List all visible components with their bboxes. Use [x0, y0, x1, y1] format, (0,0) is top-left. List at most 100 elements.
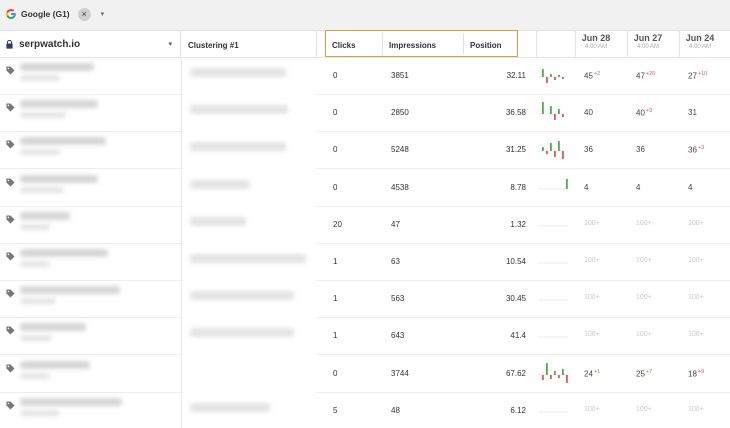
position-sparkline: [538, 141, 568, 160]
rank-value: 100+: [688, 294, 704, 301]
rank-value: 36+3: [688, 145, 704, 155]
rank-value: 100+: [584, 220, 600, 227]
table-row[interactable]: 20 47 1.32 100+ 100+ 100+: [0, 207, 730, 244]
table-row[interactable]: 1 643 41.4 100+ 100+ 100+: [0, 318, 730, 356]
rank-number: 100+: [584, 257, 600, 264]
rank-change: +1: [593, 368, 601, 375]
rank-number: 31: [688, 108, 697, 118]
position-value: 67.62: [505, 368, 526, 378]
keyword-redacted[interactable]: [20, 397, 122, 406]
keyword-redacted[interactable]: [20, 360, 90, 369]
keyword-url-redacted: [20, 186, 64, 193]
rank-change: +2: [593, 71, 601, 77]
clicks-value: 0: [333, 71, 338, 80]
tag-icon[interactable]: [6, 103, 15, 112]
rank-value: 18+9: [688, 369, 704, 379]
clicks-header[interactable]: Clicks: [332, 41, 356, 50]
divider: [316, 31, 317, 58]
tag-icon[interactable]: [6, 215, 15, 224]
clicks-value: 0: [333, 182, 338, 192]
rank-number: 100+: [688, 405, 704, 413]
impressions-value: 2850: [391, 108, 409, 118]
table-row[interactable]: 0 3744 67.62 24+1 25+7 18+9: [0, 356, 730, 393]
tag-icon[interactable]: [6, 140, 15, 149]
keyword-redacted[interactable]: [20, 63, 94, 71]
rank-number: 100+: [688, 331, 704, 339]
table-row[interactable]: 0 2850 36.58 40 40+9 31: [0, 95, 730, 133]
keyword-redacted[interactable]: [20, 249, 108, 257]
table-row[interactable]: 0 3851 32.11 45+2 47+20 27+10: [0, 58, 730, 95]
position-value: 10.54: [505, 257, 526, 266]
rank-value: 40+9: [636, 108, 652, 118]
position-value: 32.11: [506, 71, 526, 80]
table-row[interactable]: 1 63 10.54 100+ 100+ 100+: [0, 244, 730, 281]
position-sparkline: [538, 299, 568, 301]
cluster-redacted: [190, 68, 286, 77]
rank-number: 100+: [584, 219, 600, 227]
site-selector[interactable]: serpwatch.io ▾: [0, 31, 181, 58]
divider: [463, 33, 464, 55]
rank-value: 31: [688, 108, 697, 117]
table-row[interactable]: 5 48 6.12 100+ 100+ 100+: [0, 393, 730, 428]
keyword-redacted[interactable]: [20, 137, 106, 146]
keyword-url-redacted: [20, 372, 50, 379]
keyword-redacted[interactable]: [20, 100, 98, 109]
tag-icon[interactable]: [6, 178, 15, 187]
keyword-redacted[interactable]: [20, 174, 98, 183]
position-value: 36.58: [505, 108, 526, 118]
position-value: 1.32: [510, 219, 526, 229]
rank-change: +3: [697, 145, 705, 152]
rank-change: +7: [645, 368, 653, 375]
keyword-redacted[interactable]: [20, 286, 120, 295]
rank-value: 100+: [636, 331, 652, 338]
rank-number: 100+: [584, 331, 600, 339]
position-header[interactable]: Position: [470, 41, 502, 50]
clicks-value: 1: [333, 294, 338, 304]
rank-number: 4: [688, 182, 693, 192]
impressions-value: 3744: [391, 368, 409, 378]
rank-number: 45: [584, 71, 593, 81]
table-row[interactable]: 0 4538 8.78 4 4 4: [0, 170, 730, 207]
position-sparkline: [538, 178, 568, 189]
impressions-value: 643: [391, 331, 405, 341]
keyword-redacted[interactable]: [20, 323, 86, 332]
position-sparkline: [538, 411, 568, 413]
rank-number: 40: [636, 108, 645, 118]
chevron-down-icon[interactable]: ▾: [168, 40, 172, 48]
tag-icon[interactable]: [6, 252, 15, 261]
clustering-header[interactable]: Clustering #1: [188, 41, 239, 50]
metrics-header-highlight: Clicks Impressions Position: [325, 30, 518, 57]
keyword-url-redacted: [20, 112, 66, 119]
date-column-header[interactable]: Jun 27 4:00 AM: [624, 33, 672, 50]
date-time: 4:00 AM: [688, 44, 711, 50]
engine-bar: Google (G1) × ▾: [0, 0, 730, 31]
rank-value: 100+: [688, 331, 704, 338]
close-icon[interactable]: ×: [77, 7, 91, 21]
divider: [382, 33, 383, 55]
date-time: 4:00 AM: [584, 44, 607, 50]
engine-chip[interactable]: Google (G1) × ▾: [5, 5, 104, 23]
tag-icon[interactable]: [6, 66, 15, 75]
rank-number: 100+: [584, 405, 600, 413]
impressions-header[interactable]: Impressions: [389, 41, 436, 50]
rank-number: 18: [688, 369, 697, 379]
rank-number: 47: [636, 71, 645, 81]
tag-icon[interactable]: [6, 364, 15, 373]
rank-value: 100+: [584, 331, 600, 338]
date-column-header[interactable]: Jun 24 4:00 AM: [676, 33, 724, 50]
position-value: 41.4: [510, 331, 526, 341]
position-sparkline: [538, 102, 568, 121]
clicks-value: 0: [333, 108, 338, 118]
tag-icon[interactable]: [6, 326, 15, 335]
clicks-value: 1: [333, 331, 338, 341]
cluster-redacted: [190, 328, 294, 338]
chevron-down-icon[interactable]: ▾: [101, 10, 105, 18]
clicks-value: 20: [333, 219, 342, 229]
date-column-header[interactable]: Jun 28 4:00 AM: [572, 33, 620, 50]
tag-icon[interactable]: [6, 401, 15, 410]
keyword-redacted[interactable]: [20, 211, 70, 220]
tag-icon[interactable]: [6, 289, 15, 298]
table-row[interactable]: 0 5248 31.25 36 36 36+3: [0, 132, 730, 170]
rank-number: 100+: [636, 405, 652, 413]
table-row[interactable]: 1 563 30.45 100+ 100+ 100+: [0, 281, 730, 319]
